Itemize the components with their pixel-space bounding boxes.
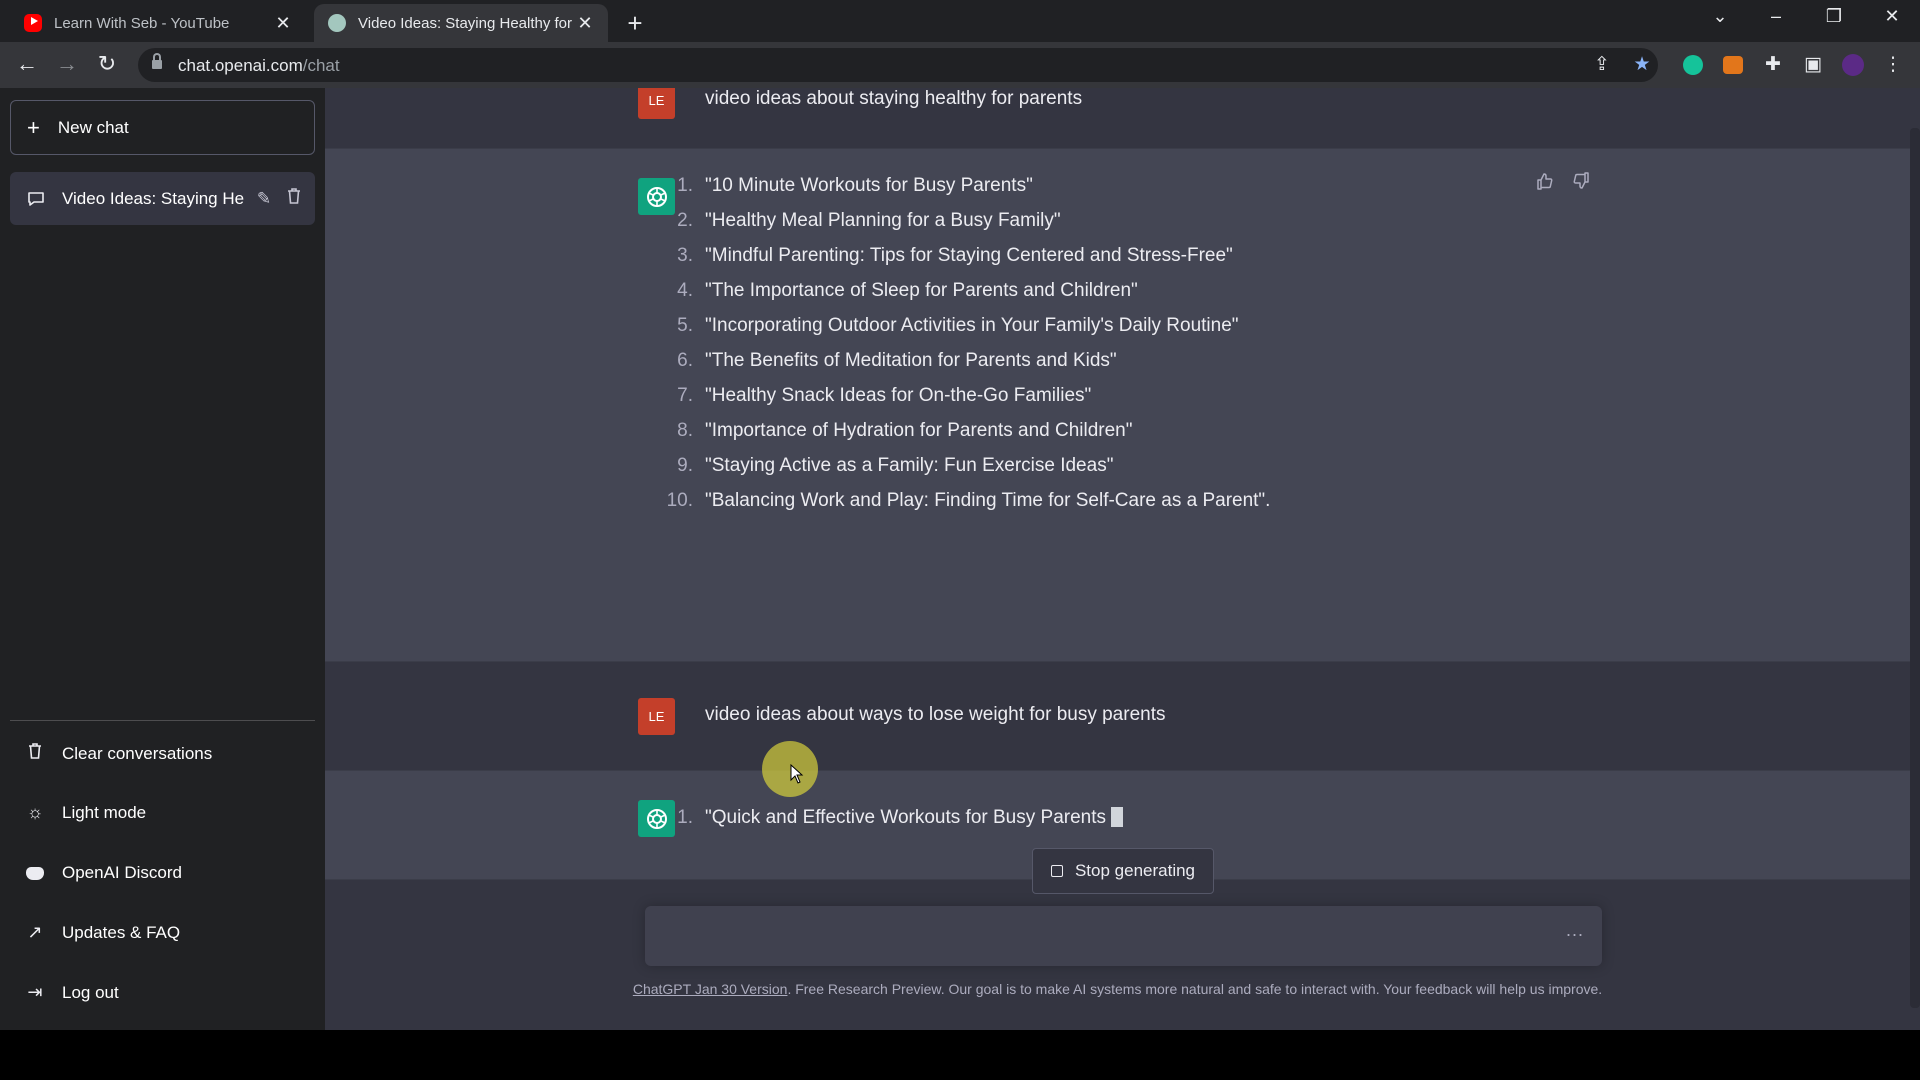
assistant-message-row: 1. "10 Minute Workouts for Busy Parents" … (325, 148, 1910, 662)
user-message-row: LE video ideas about staying healthy for… (325, 88, 1910, 148)
chatgpt-icon (328, 14, 346, 32)
list-item: 1. "Quick and Effective Workouts for Busy… (677, 807, 1123, 842)
new-chat-label: New chat (57, 117, 129, 137)
sidebar-conversation-item[interactable]: Video Ideas: Staying He ✎ (10, 172, 315, 225)
clear-conversations-button[interactable]: Clear conversations (24, 742, 212, 765)
logout-icon: ⇥ (27, 982, 43, 1002)
tab-youtube[interactable]: Learn With Seb - YouTube ✕ (10, 4, 306, 42)
list-item: 7. "Healthy Snack Ideas for On-the-Go Fam… (677, 385, 1092, 406)
browser-toolbar: ← → ↻ chat.openai.com/chat ⇪ ★ ✚ ▣ ⋮ (0, 42, 1920, 88)
sidebar: + New chat Video Ideas: Staying He ✎ Cle… (0, 88, 325, 1030)
updates-faq-link[interactable]: ↗ Updates & FAQ (24, 922, 180, 943)
footer: ChatGPT Jan 30 Version. Free Research Pr… (325, 981, 1910, 997)
light-mode-button[interactable]: ☼ Light mode (24, 802, 146, 823)
forward-button[interactable]: → (52, 52, 82, 76)
user-message-row: LE video ideas about ways to lose weight… (325, 662, 1910, 770)
discord-icon (24, 862, 46, 883)
openai-discord-label: OpenAI Discord (62, 862, 182, 882)
thumbs-up-icon[interactable] (1535, 171, 1555, 196)
new-tab-button[interactable]: + (620, 8, 650, 39)
tab-search-icon[interactable]: ⌄ (1700, 6, 1740, 27)
grammarly-icon[interactable] (1680, 52, 1706, 78)
list-item: 6. "The Benefits of Meditation for Parent… (677, 350, 1117, 371)
new-chat-button[interactable]: + New chat (10, 100, 315, 155)
list-item: 3. "Mindful Parenting: Tips for Staying C… (677, 245, 1233, 266)
url-text: chat.openai.com/chat (178, 56, 340, 75)
delete-icon[interactable] (284, 187, 304, 210)
user-message-text: video ideas about ways to lose weight fo… (705, 704, 1166, 725)
close-icon[interactable]: ✕ (274, 13, 292, 34)
log-out-button[interactable]: ⇥ Log out (24, 982, 119, 1003)
bookmark-star-icon[interactable]: ★ (1629, 52, 1655, 78)
assistant-reply-list: 1. "Quick and Effective Workouts for Busy… (677, 807, 1123, 842)
user-avatar: LE (638, 88, 675, 119)
tab-chatgpt[interactable]: Video Ideas: Staying Healthy for ✕ (314, 4, 608, 42)
plus-icon: + (27, 114, 40, 140)
footer-text: . Free Research Preview. Our goal is to … (787, 981, 1603, 997)
sidebar-divider (10, 720, 315, 721)
prompt-input[interactable] (661, 922, 1541, 950)
list-item: 1. "10 Minute Workouts for Busy Parents" (677, 175, 1033, 196)
side-panel-icon[interactable]: ▣ (1800, 52, 1826, 78)
minimize-button[interactable]: – (1756, 6, 1796, 27)
stop-square-icon (1050, 865, 1063, 877)
list-item: 5. "Incorporating Outdoor Activities in Y… (677, 315, 1239, 336)
clear-conversations-label: Clear conversations (62, 743, 213, 763)
list-item: 4. "The Importance of Sleep for Parents a… (677, 280, 1138, 301)
user-message-text: video ideas about staying healthy for pa… (705, 88, 1083, 109)
profile-avatar[interactable] (1840, 52, 1866, 78)
external-link-icon: ↗ (27, 922, 43, 942)
youtube-icon (24, 14, 42, 32)
back-button[interactable]: ← (12, 52, 42, 76)
assistant-reply-list: 1. "10 Minute Workouts for Busy Parents" … (666, 175, 1271, 525)
browser-menu-icon[interactable]: ⋮ (1880, 52, 1906, 78)
address-bar[interactable]: chat.openai.com/chat (138, 48, 1658, 82)
stop-generating-label: Stop generating (1074, 861, 1196, 880)
browser-tab-bar: Learn With Seb - YouTube ✕ Video Ideas: … (0, 0, 1920, 42)
reload-button[interactable]: ↻ (92, 52, 122, 76)
share-icon[interactable]: ⇪ (1589, 52, 1615, 78)
conversation-title: Video Ideas: Staying He (62, 188, 244, 208)
extensions-icon[interactable]: ✚ (1760, 52, 1786, 78)
typing-cursor (1111, 807, 1123, 827)
list-item: 2. "Healthy Meal Planning for a Busy Fami… (677, 210, 1061, 231)
thumbs-down-icon[interactable] (1571, 171, 1591, 196)
chat-bubble-icon (28, 191, 44, 206)
list-item: 8. "Importance of Hydration for Parents a… (677, 420, 1133, 441)
metamask-icon[interactable] (1720, 52, 1746, 78)
trash-icon (24, 742, 46, 765)
stop-generating-button[interactable]: Stop generating (1032, 848, 1214, 894)
edit-icon[interactable]: ✎ (254, 189, 274, 209)
lock-icon (152, 53, 162, 70)
list-item: 10. "Balancing Work and Play: Finding Tim… (666, 490, 1271, 511)
list-item: 9. "Staying Active as a Family: Fun Exerc… (677, 455, 1114, 476)
updates-faq-label: Updates & FAQ (62, 922, 181, 942)
version-link[interactable]: ChatGPT Jan 30 Version (633, 981, 788, 997)
tab-title: Video Ideas: Staying Healthy for (358, 14, 573, 32)
prompt-input-box[interactable]: ... (645, 906, 1602, 966)
log-out-label: Log out (62, 982, 119, 1002)
window-close-button[interactable]: ✕ (1872, 6, 1912, 27)
chat-main: LE video ideas about staying healthy for… (325, 88, 1920, 1030)
sun-icon: ☼ (26, 802, 44, 822)
loading-dots: ... (1565, 920, 1584, 940)
screen-bottom-bar (0, 1030, 1920, 1080)
tab-title: Learn With Seb - YouTube (54, 14, 230, 32)
user-avatar: LE (638, 698, 675, 735)
scrollbar[interactable] (1910, 128, 1920, 1008)
close-icon[interactable]: ✕ (576, 13, 594, 34)
restore-button[interactable]: ❐ (1814, 6, 1854, 27)
light-mode-label: Light mode (62, 802, 147, 822)
openai-discord-link[interactable]: OpenAI Discord (24, 862, 182, 883)
